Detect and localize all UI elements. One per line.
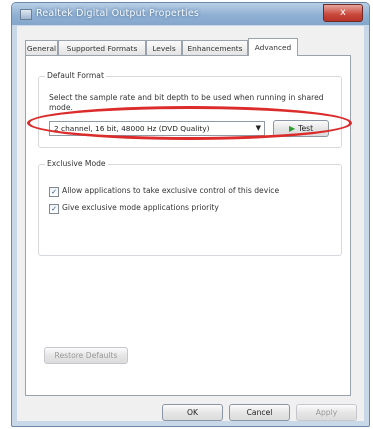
exclusive-mode-group: Exclusive Mode ✓ Allow applications to ta… — [38, 159, 342, 256]
exclusive-mode-legend: Exclusive Mode — [45, 159, 108, 168]
tab-supported-formats[interactable]: Supported Formats — [58, 40, 146, 55]
tab-general[interactable]: General — [25, 40, 58, 55]
restore-defaults-button[interactable]: Restore Defaults — [44, 347, 128, 364]
window-title: Realtek Digital Output Properties — [36, 8, 200, 19]
allow-exclusive-label: Allow applications to take exclusive con… — [62, 186, 280, 195]
speaker-icon — [20, 9, 32, 20]
cancel-button[interactable]: Cancel — [229, 404, 290, 421]
exclusive-priority-label: Give exclusive mode applications priorit… — [62, 203, 219, 212]
tab-levels[interactable]: Levels — [146, 40, 182, 55]
apply-button[interactable]: Apply — [296, 404, 357, 421]
tab-enhancements[interactable]: Enhancements — [182, 40, 248, 55]
exclusive-priority-checkbox[interactable]: ✓ — [49, 204, 59, 214]
exclusive-priority-row[interactable]: ✓ Give exclusive mode applications priori… — [49, 202, 219, 214]
dialog-body: General Supported Formats Levels Enhance… — [17, 26, 364, 421]
tab-advanced[interactable]: Advanced — [248, 38, 298, 56]
properties-dialog: Realtek Digital Output Properties x Gene… — [11, 2, 370, 427]
title-bar[interactable]: Realtek Digital Output Properties x — [12, 3, 369, 25]
default-format-legend: Default Format — [45, 71, 106, 80]
allow-exclusive-row[interactable]: ✓ Allow applications to take exclusive co… — [49, 185, 280, 197]
allow-exclusive-checkbox[interactable]: ✓ — [49, 187, 59, 197]
red-highlight-ellipse — [27, 106, 352, 140]
ok-button[interactable]: OK — [162, 404, 223, 421]
close-button[interactable]: x — [323, 4, 363, 22]
